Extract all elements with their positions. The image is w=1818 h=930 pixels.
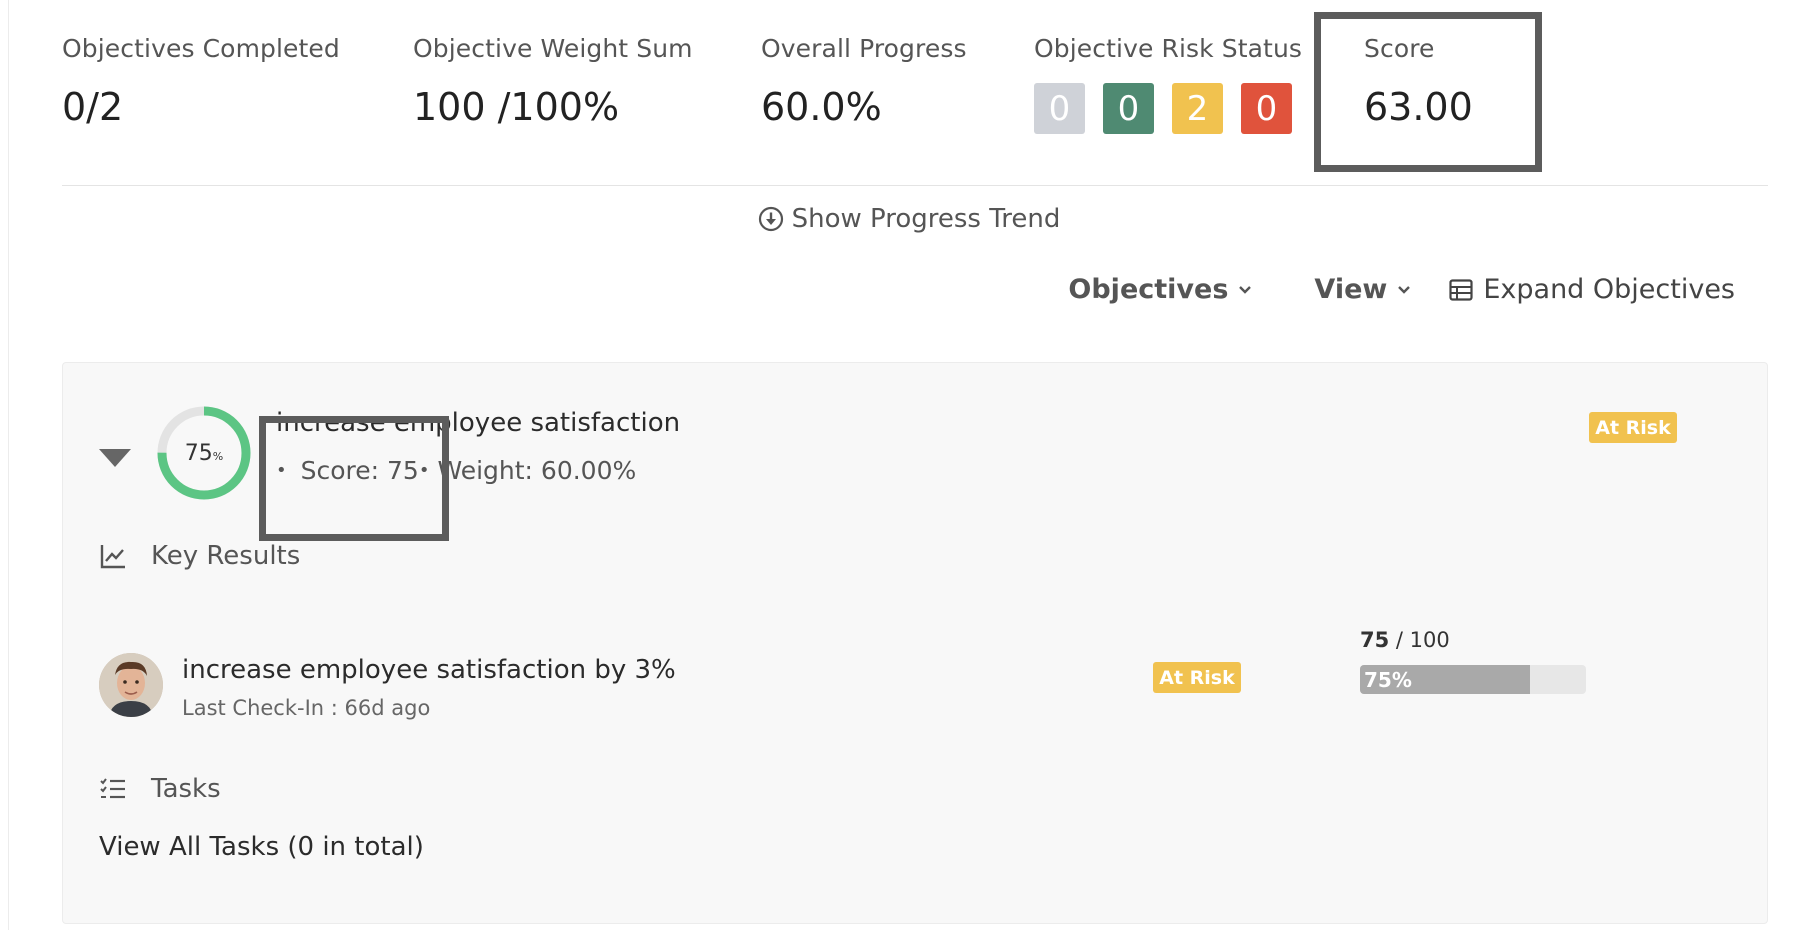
expand-objectives-button[interactable]: Expand Objectives xyxy=(1449,274,1735,305)
task-list-icon xyxy=(100,778,125,799)
risk-count-on-track[interactable]: 0 xyxy=(1103,83,1154,134)
risk-count-at-risk[interactable]: 2 xyxy=(1172,83,1223,134)
show-progress-trend-button[interactable]: Show Progress Trend xyxy=(0,204,1818,234)
key-results-label: Key Results xyxy=(151,541,301,571)
chevron-down-icon xyxy=(1398,285,1411,294)
score-highlight-box xyxy=(259,416,449,541)
objective-status-badge: At Risk xyxy=(1589,412,1677,443)
key-result-target: / 100 xyxy=(1395,628,1450,652)
objective-controls: Objectives View Expand Objectives xyxy=(1068,274,1735,305)
view-dropdown-label: View xyxy=(1314,274,1388,305)
objective-card: 75% increase employee satisfaction • Scor… xyxy=(62,362,1768,924)
key-result-progress-bar[interactable]: 75% xyxy=(1360,665,1586,694)
show-progress-trend-label: Show Progress Trend xyxy=(791,204,1061,234)
divider xyxy=(62,185,1768,186)
avatar xyxy=(99,653,163,717)
view-all-tasks-link[interactable]: View All Tasks (0 in total) xyxy=(99,832,424,862)
stat-objectives-completed: Objectives Completed 0/2 xyxy=(62,34,340,129)
stat-label: Objectives Completed xyxy=(62,34,340,63)
objectives-dropdown-label: Objectives xyxy=(1068,274,1229,305)
key-result-current: 75 xyxy=(1360,628,1390,652)
risk-status-counts: 0 0 2 0 xyxy=(1034,83,1302,134)
page-left-border xyxy=(8,0,9,930)
stat-label: Objective Risk Status xyxy=(1034,34,1303,63)
tasks-label: Tasks xyxy=(151,774,221,804)
view-dropdown[interactable]: View xyxy=(1314,274,1411,305)
key-result-checkin: Last Check-In : 66d ago xyxy=(182,696,431,720)
objective-progress-percent-sign: % xyxy=(212,449,224,463)
stat-value: 60.0% xyxy=(761,85,882,129)
score-highlight-box xyxy=(1314,12,1542,172)
risk-count-not-started[interactable]: 0 xyxy=(1034,83,1085,134)
download-circle-icon xyxy=(758,206,783,232)
objective-weight: Weight: 60.00% xyxy=(437,456,637,485)
stat-value: 0/2 xyxy=(62,85,124,129)
key-results-heading: Key Results xyxy=(99,541,300,571)
stat-label: Overall Progress xyxy=(761,34,967,63)
objective-progress-text: 75% xyxy=(155,404,253,502)
objectives-dropdown[interactable]: Objectives xyxy=(1068,274,1252,305)
collapse-caret-icon[interactable] xyxy=(99,449,131,467)
stat-overall-progress: Overall Progress 60.0% xyxy=(761,34,967,129)
tasks-heading: Tasks xyxy=(99,774,221,804)
stat-label: Objective Weight Sum xyxy=(413,34,693,63)
key-result-progress-fill: 75% xyxy=(1360,665,1530,694)
objective-progress-value: 75 xyxy=(184,440,213,466)
stat-value: 100 /100% xyxy=(413,85,620,129)
stat-weight-sum: Objective Weight Sum 100 /100% xyxy=(413,34,693,129)
chevron-down-icon xyxy=(1239,285,1252,294)
line-chart-icon xyxy=(100,545,125,569)
key-result-value: 75 / 100 xyxy=(1360,628,1450,652)
key-result-title[interactable]: increase employee satisfaction by 3% xyxy=(182,655,676,685)
table-icon xyxy=(1449,278,1473,301)
stat-risk-status: Objective Risk Status 0 0 2 0 xyxy=(1034,34,1302,134)
expand-objectives-label: Expand Objectives xyxy=(1483,274,1735,305)
risk-count-off-track[interactable]: 0 xyxy=(1241,83,1292,134)
key-result-status-badge: At Risk xyxy=(1153,662,1241,693)
